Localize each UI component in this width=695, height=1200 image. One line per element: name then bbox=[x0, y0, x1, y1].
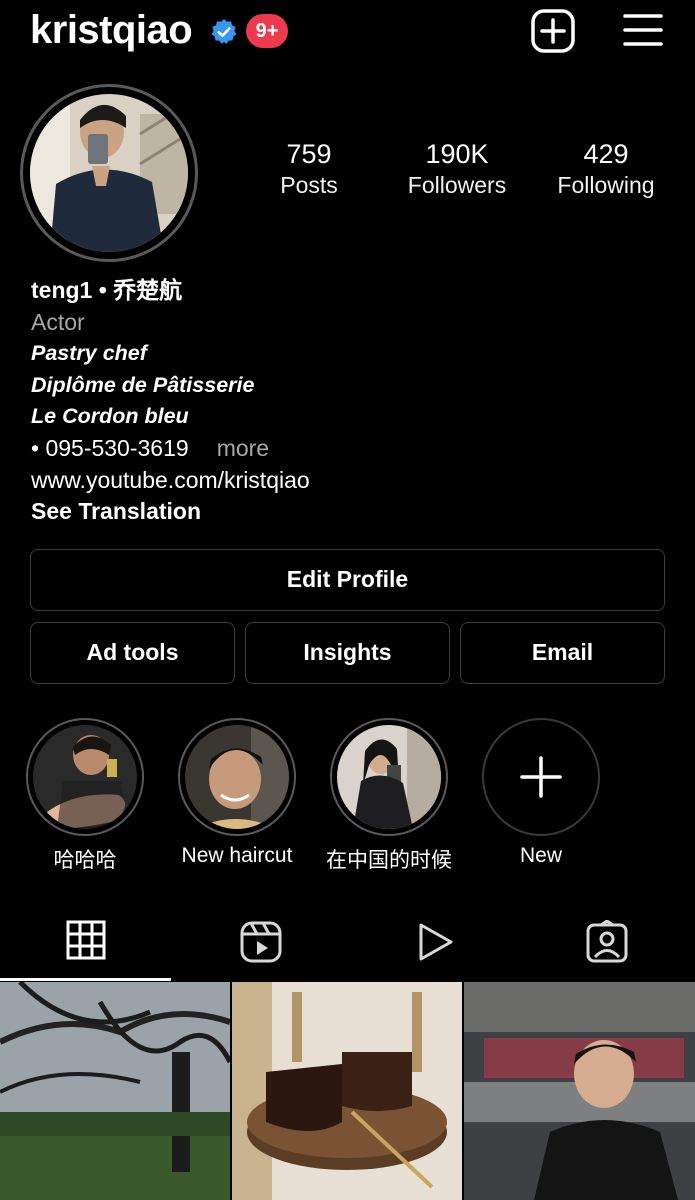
highlight-label: 哈哈哈 bbox=[53, 849, 117, 872]
following-count-label: Following bbox=[557, 172, 655, 198]
notification-badge[interactable]: 9+ bbox=[246, 14, 288, 48]
tab-tagged[interactable] bbox=[519, 905, 692, 981]
following-count[interactable]: 429 Following bbox=[531, 138, 681, 200]
insights-button[interactable]: Insights bbox=[245, 622, 450, 684]
posts-count-label: Posts bbox=[280, 172, 338, 198]
highlight-label: 在中国的时候 bbox=[326, 849, 452, 872]
post-thumbnail[interactable] bbox=[464, 982, 695, 1200]
new-post-plus-icon[interactable] bbox=[530, 8, 576, 54]
tab-reels[interactable] bbox=[173, 905, 346, 981]
bio-line-3: Le Cordon bleu bbox=[31, 404, 189, 429]
new-highlight-label: New bbox=[519, 844, 562, 867]
highlight-item[interactable]: 在中国的时候 bbox=[319, 718, 459, 874]
profile-display-name: teng1 • 乔楚航 bbox=[31, 277, 183, 303]
highlight-cover bbox=[33, 725, 137, 829]
posts-grid bbox=[0, 982, 695, 1200]
posts-count[interactable]: 759 Posts bbox=[234, 138, 384, 200]
bio-line-1: Pastry chef bbox=[31, 341, 147, 366]
post-thumbnail[interactable] bbox=[0, 982, 230, 1200]
profile-username[interactable]: kristqiao bbox=[30, 8, 193, 53]
plus-icon bbox=[520, 756, 562, 798]
tab-videos[interactable] bbox=[346, 905, 519, 981]
avatar-photo bbox=[30, 94, 188, 252]
followers-count-label: Followers bbox=[407, 172, 507, 198]
profile-category: Actor bbox=[31, 308, 85, 335]
bio-phone: • 095-530-3619 bbox=[31, 434, 189, 461]
profile-header: kristqiao 9+ bbox=[0, 0, 695, 70]
followers-count-value: 190K bbox=[425, 139, 489, 169]
avatar[interactable] bbox=[30, 94, 188, 252]
grid-icon bbox=[66, 920, 106, 960]
email-button[interactable]: Email bbox=[460, 622, 665, 684]
highlight-cover bbox=[185, 725, 289, 829]
highlight-ring bbox=[26, 718, 144, 836]
tagged-user-icon bbox=[586, 920, 628, 963]
new-highlight-button[interactable]: New bbox=[471, 718, 611, 868]
bio-more-link[interactable]: more bbox=[217, 435, 269, 461]
highlight-cover bbox=[337, 725, 441, 829]
highlight-item[interactable]: New haircut bbox=[167, 718, 307, 868]
bio-website-link[interactable]: www.youtube.com/kristqiao bbox=[31, 465, 671, 497]
bio-phone-row: • 095-530-3619 more bbox=[31, 433, 671, 465]
reels-icon bbox=[240, 921, 282, 963]
highlight-ring bbox=[178, 718, 296, 836]
post-thumbnail[interactable] bbox=[232, 982, 462, 1200]
profile-bio: teng1 • 乔楚航 Actor Pastry chef Diplôme de… bbox=[31, 275, 671, 528]
see-translation-link[interactable]: See Translation bbox=[31, 496, 671, 528]
hamburger-menu-icon[interactable] bbox=[622, 12, 664, 48]
new-highlight-ring bbox=[482, 718, 600, 836]
video-play-icon bbox=[419, 923, 453, 961]
verified-badge-icon bbox=[211, 19, 237, 44]
active-tab-indicator bbox=[0, 978, 171, 981]
highlight-item[interactable]: 哈哈哈 bbox=[15, 718, 155, 874]
posts-count-value: 759 bbox=[286, 139, 332, 169]
ad-tools-button[interactable]: Ad tools bbox=[30, 622, 235, 684]
tab-posts-grid[interactable] bbox=[0, 905, 173, 981]
profile-tabs bbox=[0, 905, 695, 981]
bio-line-2: Diplôme de Pâtisserie bbox=[31, 372, 255, 397]
followers-count[interactable]: 190K Followers bbox=[382, 138, 532, 200]
highlight-label: New haircut bbox=[181, 844, 293, 867]
highlight-ring bbox=[330, 718, 448, 836]
edit-profile-button[interactable]: Edit Profile bbox=[30, 549, 665, 611]
following-count-value: 429 bbox=[583, 139, 629, 169]
